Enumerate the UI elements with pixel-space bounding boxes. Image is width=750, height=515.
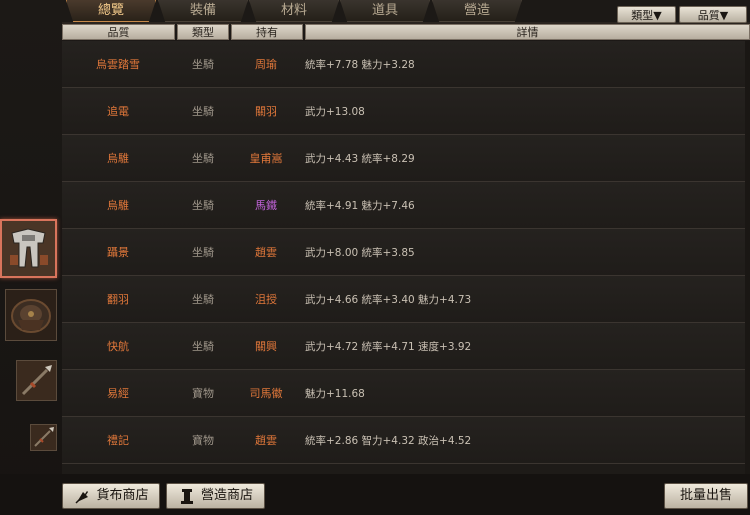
item-type: 坐騎	[192, 105, 214, 118]
column-header-detail: 詳情	[305, 24, 750, 40]
item-name: 快航	[107, 340, 129, 353]
item-detail: 魅力+11.68	[305, 387, 365, 400]
item-name: 烏騅	[107, 199, 129, 212]
item-type: 寶物	[192, 387, 214, 400]
item-owner: 皇甫嵩	[249, 152, 283, 165]
item-type: 坐騎	[192, 246, 214, 259]
column-header-owner[interactable]: 持有	[231, 24, 303, 40]
tab-construction[interactable]: 營造	[432, 0, 522, 22]
table-row[interactable]: 易經 寶物 司馬徽 魅力+11.68	[62, 370, 750, 417]
tab-bar: 總覽 裝備 材料 道具 營造	[62, 0, 532, 24]
quality-filter-dropdown[interactable]: 品質▼	[679, 6, 747, 23]
item-owner: 沮授	[255, 293, 277, 306]
list-scrollbar[interactable]	[745, 41, 750, 474]
table-row[interactable]: 追電 坐騎 關羽 武力+13.08	[62, 88, 750, 135]
item-owner: 關羽	[255, 105, 277, 118]
spear-icon[interactable]	[16, 360, 57, 401]
item-name: 翻羽	[107, 293, 129, 306]
armor-plate-icon[interactable]	[0, 219, 57, 278]
tab-materials[interactable]: 材料	[249, 0, 339, 22]
item-type: 坐騎	[192, 58, 214, 71]
bulk-sell-button[interactable]: 批量出售	[664, 483, 748, 509]
item-owner: 馬鐵	[255, 199, 277, 212]
item-type: 坐騎	[192, 152, 214, 165]
table-row[interactable]: 快航 坐騎 關興 武力+4.72 統率+4.71 速度+3.92	[62, 323, 750, 370]
tab-overview[interactable]: 總覽	[66, 0, 156, 22]
item-owner: 趙雲	[255, 246, 277, 259]
item-type: 寶物	[192, 434, 214, 447]
item-name: 易經	[107, 387, 129, 400]
bottom-bar: 貨布商店 營造商店 批量出售	[0, 474, 750, 515]
item-detail: 武力+4.66 統率+3.40 魅力+4.73	[305, 293, 472, 306]
build-shop-button[interactable]: 營造商店	[166, 483, 265, 509]
item-name: 躡景	[107, 246, 129, 259]
item-detail: 武力+8.00 統率+3.85	[305, 246, 415, 259]
spade-coin-icon	[73, 487, 91, 505]
tab-equipment[interactable]: 裝備	[158, 0, 248, 22]
inventory-window: 總覽 裝備 材料 道具 營造 類型▼ 品質▼ 品質 類型 持有 詳情 烏雲踏雪 …	[0, 0, 750, 515]
item-type: 坐騎	[192, 199, 214, 212]
item-owner: 趙雲	[255, 434, 277, 447]
table-row[interactable]: 烏騅 坐騎 馬鐵 統率+4.91 魅力+7.46	[62, 182, 750, 229]
item-name: 烏騅	[107, 152, 129, 165]
item-name: 禮記	[107, 434, 129, 447]
item-name: 烏雲踏雪	[96, 58, 140, 71]
item-type: 坐騎	[192, 293, 214, 306]
item-owner: 關興	[255, 340, 277, 353]
item-detail: 統率+7.78 魅力+3.28	[305, 58, 415, 71]
table-row[interactable]: 烏雲踏雪 坐騎 周瑜 統率+7.78 魅力+3.28	[62, 41, 750, 88]
item-name: 追電	[107, 105, 129, 118]
table-row[interactable]: 躡景 坐騎 趙雲 武力+8.00 統率+3.85	[62, 229, 750, 276]
spear-small-icon[interactable]	[30, 424, 57, 451]
build-shop-label: 營造商店	[200, 488, 253, 503]
table-row[interactable]: 烏騅 坐騎 皇甫嵩 武力+4.43 統率+8.29	[62, 135, 750, 182]
item-detail: 武力+4.43 統率+8.29	[305, 152, 415, 165]
column-header-type[interactable]: 類型	[177, 24, 229, 40]
table-row[interactable]: 禮記 寶物 趙雲 統率+2.86 智力+4.32 政治+4.52	[62, 417, 750, 464]
type-filter-dropdown[interactable]: 類型▼	[617, 6, 676, 23]
item-detail: 武力+13.08	[305, 105, 365, 118]
bulk-sell-label: 批量出售	[679, 488, 732, 503]
item-owner: 司馬徽	[249, 387, 283, 400]
tab-items[interactable]: 道具	[340, 0, 430, 22]
item-detail: 統率+2.86 智力+4.32 政治+4.52	[305, 434, 472, 447]
shoulder-armor-icon[interactable]	[5, 289, 57, 341]
table-row[interactable]: 翻羽 坐騎 沮授 武力+4.66 統率+3.40 魅力+4.73	[62, 276, 750, 323]
item-type: 坐騎	[192, 340, 214, 353]
item-detail: 武力+4.72 統率+4.71 速度+3.92	[305, 340, 472, 353]
currency-shop-label: 貨布商店	[96, 488, 149, 503]
item-detail: 統率+4.91 魅力+7.46	[305, 199, 415, 212]
column-header-quality[interactable]: 品質	[62, 24, 175, 40]
item-list: 烏雲踏雪 坐騎 周瑜 統率+7.78 魅力+3.28 追電 坐騎 關羽 武力+1…	[62, 41, 750, 474]
item-owner: 周瑜	[255, 58, 277, 71]
tower-icon	[178, 487, 196, 505]
currency-shop-button[interactable]: 貨布商店	[62, 483, 160, 509]
